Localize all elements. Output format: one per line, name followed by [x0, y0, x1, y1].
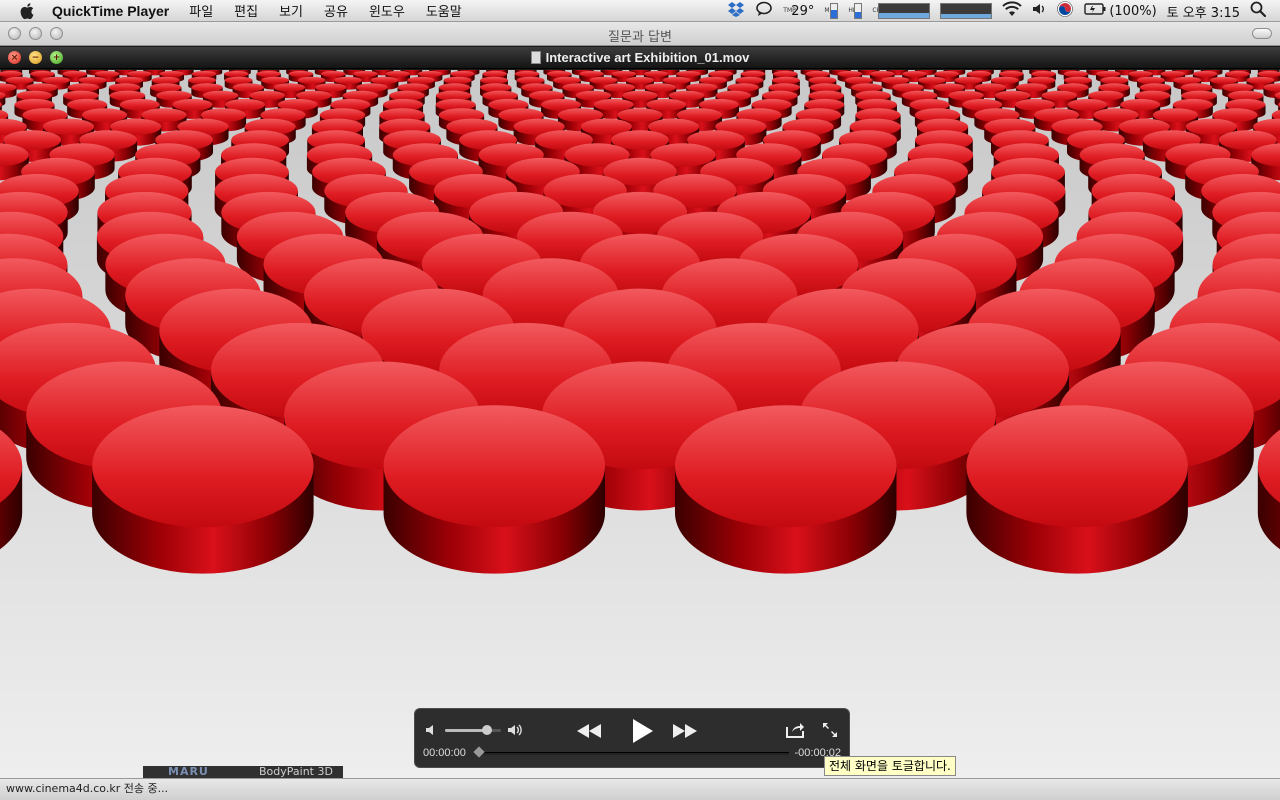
scrubber-playhead[interactable] [473, 746, 485, 758]
memory-meter[interactable] [830, 3, 839, 19]
menu-share[interactable]: 공유 [324, 1, 348, 20]
red-disc [674, 405, 897, 574]
red-disc [92, 405, 314, 574]
background-browser-strip: MARU BodyPaint 3D [143, 766, 343, 778]
player-titlebar[interactable]: × − + Interactive art Exhibition_01.mov [0, 47, 1280, 69]
temp-label: TMP [783, 7, 796, 14]
menu-window[interactable]: 윈도우 [369, 1, 405, 20]
share-icon[interactable] [785, 721, 805, 739]
fast-forward-icon[interactable] [671, 721, 699, 741]
network-graph[interactable] [940, 3, 993, 19]
fullscreen-icon[interactable] [821, 721, 839, 739]
battery-icon[interactable] [1084, 3, 1106, 19]
background-window-title: 질문과 답변 [608, 30, 672, 45]
movie-file-icon [530, 51, 541, 64]
volume-mute-icon[interactable] [425, 723, 439, 737]
scrubber-track[interactable] [479, 752, 789, 755]
menu-file[interactable]: 파일 [189, 1, 213, 20]
browser-status-bar: www.cinema4d.co.kr 전송 중... [0, 778, 1280, 800]
video-content [0, 70, 1280, 778]
volume-slider-knob[interactable] [482, 725, 492, 735]
menu-bar: QuickTime Player 파일 편집 보기 공유 윈도우 도움말 TMP… [0, 0, 1280, 22]
background-window-titlebar[interactable]: 질문과 답변 [0, 22, 1280, 46]
toolbar-toggle-button[interactable] [1252, 28, 1272, 39]
volume-slider[interactable] [445, 725, 501, 735]
menu-view[interactable]: 보기 [279, 1, 303, 20]
menu-edit[interactable]: 편집 [234, 1, 258, 20]
temperature-readout[interactable]: 29° [791, 4, 814, 19]
rewind-icon[interactable] [575, 721, 603, 741]
playback-controller: 00:00:00 -00:00:02 [414, 708, 850, 768]
dropbox-icon[interactable] [727, 1, 745, 21]
fullscreen-tooltip: 전체 화면을 토글합니다. [824, 756, 956, 776]
battery-percent: (100%) [1109, 3, 1157, 19]
chat-icon[interactable] [755, 1, 773, 21]
volume-icon[interactable] [1032, 2, 1046, 20]
menu-help[interactable]: 도움말 [426, 1, 462, 20]
red-disc [966, 405, 1188, 574]
volume-max-icon[interactable] [507, 722, 523, 738]
bodypaint-label: BodyPaint 3D [259, 765, 333, 778]
wifi-icon[interactable] [1002, 1, 1023, 21]
red-disc [383, 405, 606, 574]
video-frame[interactable] [0, 70, 1280, 778]
player-title: Interactive art Exhibition_01.mov [0, 50, 1280, 65]
apple-menu-icon[interactable] [18, 1, 38, 21]
volume-slider-fill [445, 729, 487, 732]
current-time: 00:00:00 [423, 747, 466, 759]
menu-clock[interactable]: 토 오후 3:15 [1167, 2, 1240, 21]
menu-app-name[interactable]: QuickTime Player [52, 3, 169, 19]
maru-logo-text: MARU [168, 765, 209, 778]
play-icon[interactable] [629, 717, 655, 745]
input-source-icon[interactable] [1056, 0, 1074, 22]
status-menus: TMP 29° MEM HD CPU (100%) [727, 0, 1280, 22]
cpu-graph[interactable] [878, 3, 931, 19]
spotlight-icon[interactable] [1250, 1, 1267, 21]
disk-meter[interactable] [854, 3, 863, 19]
player-title-text: Interactive art Exhibition_01.mov [545, 50, 750, 65]
